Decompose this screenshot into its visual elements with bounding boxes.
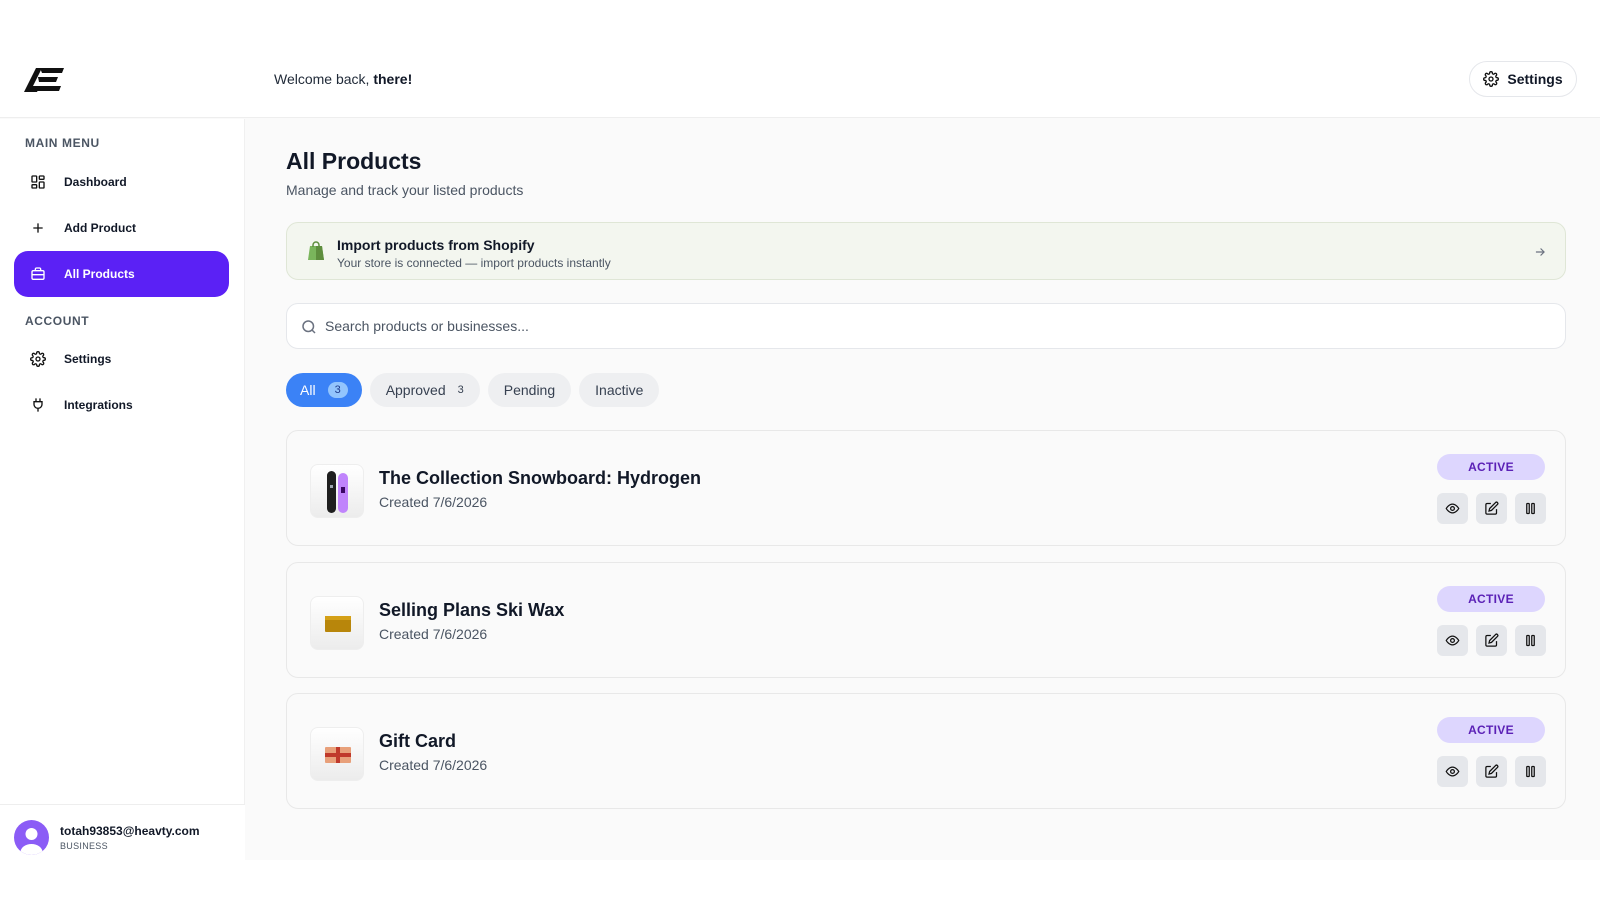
- tab-label: All: [300, 382, 316, 398]
- plug-icon: [33, 398, 43, 412]
- pause-icon: [1526, 634, 1535, 647]
- product-thumbnail: [310, 464, 364, 518]
- shopify-banner-subtitle: Your store is connected — import product…: [337, 256, 611, 270]
- sidebar-item-dashboard[interactable]: Dashboard: [14, 159, 229, 205]
- tab-label: Approved: [385, 382, 446, 398]
- tab-pending[interactable]: Pending: [487, 373, 572, 407]
- search-input[interactable]: [325, 304, 1545, 348]
- avatar: [14, 820, 49, 855]
- search-bar: [286, 303, 1566, 349]
- sidebar-item-label: Settings: [64, 352, 112, 366]
- view-button[interactable]: [1437, 756, 1468, 787]
- shopify-banner-title: Import products from Shopify: [337, 237, 535, 253]
- product-actions: [1437, 756, 1546, 787]
- product-actions: [1437, 625, 1546, 656]
- gear-icon: [30, 351, 46, 367]
- edit-button[interactable]: [1476, 625, 1507, 656]
- gear-icon: [1483, 71, 1500, 87]
- logo-icon[interactable]: [24, 66, 64, 92]
- product-card[interactable]: Gift Card Created 7/6/2026 ACTIVE: [286, 693, 1566, 809]
- app: Welcome back, there! Settings MAIN MENU …: [0, 0, 1600, 860]
- top-header: Welcome back, there! Settings: [0, 0, 1600, 118]
- tab-approved[interactable]: Approved 3: [369, 373, 480, 407]
- edit-icon: [1485, 501, 1499, 515]
- header-settings-label: Settings: [1507, 71, 1563, 87]
- shopify-bag-icon: [308, 241, 324, 260]
- arrow-right-icon: [1535, 248, 1545, 256]
- user-role: BUSINESS: [60, 841, 108, 851]
- sidebar-item-label: Dashboard: [64, 175, 127, 189]
- tab-inactive[interactable]: Inactive: [579, 373, 660, 407]
- status-badge: ACTIVE: [1437, 717, 1545, 743]
- sidebar-item-settings[interactable]: Settings: [14, 336, 229, 382]
- page-subtitle: Manage and track your listed products: [286, 182, 524, 198]
- sidebar-item-all-products[interactable]: All Products: [14, 251, 229, 297]
- edit-icon: [1485, 764, 1499, 778]
- edit-button[interactable]: [1476, 756, 1507, 787]
- page-title: All Products: [286, 148, 422, 174]
- sidebar-item-add-product[interactable]: Add Product: [14, 205, 229, 251]
- tab-label: Inactive: [595, 382, 644, 398]
- snowboard-image-icon: [327, 471, 348, 513]
- user-icon: [20, 828, 43, 855]
- user-profile[interactable]: totah93853@heavty.com BUSINESS: [0, 804, 245, 860]
- product-card[interactable]: The Collection Snowboard: Hydrogen Creat…: [286, 430, 1566, 546]
- product-thumbnail: [310, 727, 364, 781]
- pause-button[interactable]: [1515, 493, 1546, 524]
- product-created-date: Created 7/6/2026: [379, 494, 488, 510]
- plus-icon: [33, 223, 43, 233]
- pause-button[interactable]: [1515, 756, 1546, 787]
- eye-icon: [1445, 766, 1460, 777]
- tab-label: Pending: [503, 382, 556, 398]
- product-card[interactable]: Selling Plans Ski Wax Created 7/6/2026 A…: [286, 562, 1566, 678]
- briefcase-icon: [31, 267, 45, 280]
- view-button[interactable]: [1437, 493, 1468, 524]
- dashboard-icon: [31, 175, 45, 189]
- status-filter-tabs: All 3 Approved 3 Pending Inactive: [286, 373, 660, 407]
- product-created-date: Created 7/6/2026: [379, 626, 488, 642]
- product-actions: [1437, 493, 1546, 524]
- welcome-message: Welcome back, there!: [274, 71, 413, 87]
- account-label: ACCOUNT: [25, 314, 90, 328]
- product-title[interactable]: Selling Plans Ski Wax: [379, 600, 564, 621]
- search-icon: [302, 320, 316, 334]
- pause-button[interactable]: [1515, 625, 1546, 656]
- product-thumbnail: [310, 596, 364, 650]
- main-menu-label: MAIN MENU: [25, 136, 100, 150]
- sidebar-item-label: Integrations: [64, 398, 133, 412]
- shopify-import-banner[interactable]: Import products from Shopify Your store …: [286, 222, 1566, 280]
- eye-icon: [1445, 503, 1460, 514]
- sidebar-item-integrations[interactable]: Integrations: [14, 382, 229, 428]
- product-title[interactable]: Gift Card: [379, 731, 456, 752]
- status-badge: ACTIVE: [1437, 586, 1545, 612]
- gift-card-image-icon: [325, 747, 351, 763]
- eye-icon: [1445, 635, 1460, 646]
- status-badge: ACTIVE: [1437, 454, 1545, 480]
- tab-count: 3: [327, 382, 348, 398]
- tab-count: 3: [457, 384, 464, 396]
- product-title[interactable]: The Collection Snowboard: Hydrogen: [379, 468, 701, 489]
- tab-all[interactable]: All 3: [286, 373, 362, 407]
- pause-icon: [1526, 502, 1535, 515]
- product-created-date: Created 7/6/2026: [379, 757, 488, 773]
- welcome-name: there!: [373, 71, 413, 87]
- sidebar: MAIN MENU Dashboard Add Product All Prod…: [0, 119, 245, 860]
- pause-icon: [1526, 765, 1535, 778]
- edit-icon: [1485, 633, 1499, 647]
- ski-wax-image-icon: [325, 616, 351, 632]
- header-settings-button[interactable]: Settings: [1469, 61, 1577, 97]
- user-email: totah93853@heavty.com: [60, 824, 200, 838]
- edit-button[interactable]: [1476, 493, 1507, 524]
- view-button[interactable]: [1437, 625, 1468, 656]
- sidebar-item-label: Add Product: [64, 221, 136, 235]
- sidebar-item-label: All Products: [64, 267, 135, 281]
